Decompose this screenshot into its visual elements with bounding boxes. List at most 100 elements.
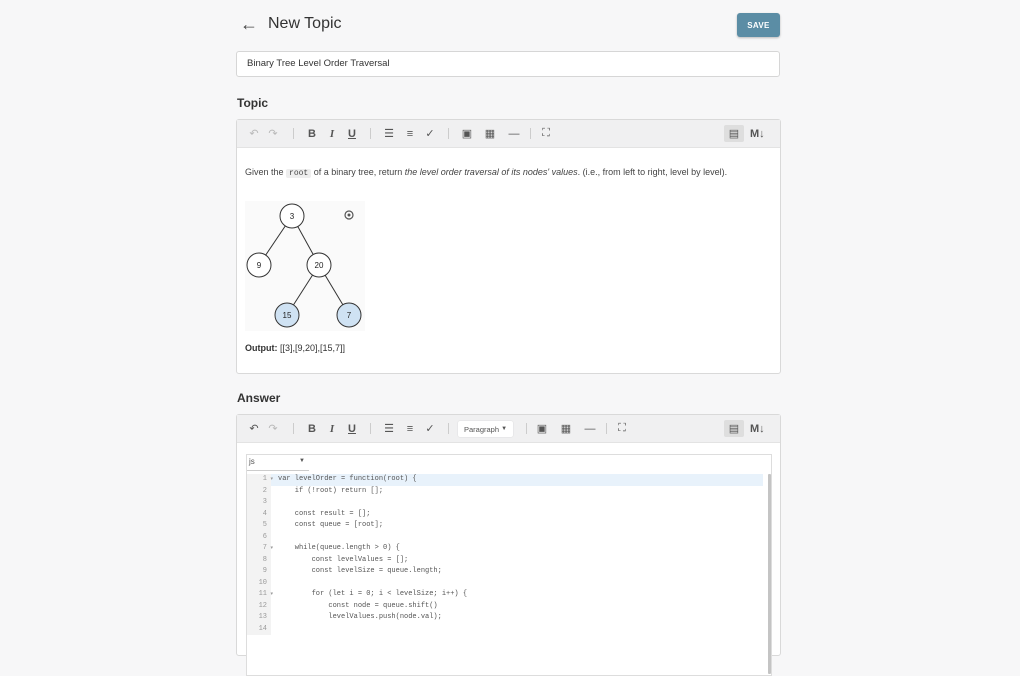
code-line[interactable]: 4 const result = []; [247, 508, 763, 520]
image-icon[interactable]: ▣ [460, 125, 474, 142]
output-label: Output: [245, 343, 278, 353]
code-text: if (!root) return []; [278, 486, 384, 495]
code-text: const result = []; [278, 509, 371, 518]
chevron-down-icon: ▼ [299, 458, 305, 464]
code-block[interactable]: js ▼ 1 ▾ var levelOrder = function(root) { 2… [246, 454, 772, 676]
fullscreen-icon[interactable]: ⛶ [539, 125, 553, 142]
code-line[interactable]: 1 ▾ var levelOrder = function(root) { [247, 474, 763, 486]
checklist-icon[interactable]: ✓ [423, 420, 437, 437]
bullet-list-icon[interactable]: ☰ [382, 420, 396, 437]
description-italic: the level order traversal of its nodes' … [404, 167, 578, 177]
toolbar-divider [293, 128, 294, 139]
italic-icon[interactable]: I [325, 125, 339, 142]
answer-editor[interactable]: ↶ ↷ B I U ☰ ≡ ✓ Paragraph ▼ ▣ ▦ — ⛶ ▤ M↓… [236, 414, 781, 676]
line-number: 2 [247, 485, 271, 497]
line-number: 8 [247, 554, 271, 566]
line-number: 1 ▾ [247, 474, 273, 486]
line-number: 6 [247, 531, 271, 543]
line-number: 9 [247, 566, 271, 578]
code-scrollbar[interactable] [768, 474, 771, 674]
underline-icon[interactable]: U [345, 420, 359, 437]
code-lines[interactable]: 1 ▾ var levelOrder = function(root) { 2 if … [247, 474, 763, 635]
redo-icon[interactable]: ↷ [266, 125, 280, 142]
code-language-select[interactable]: js ▼ [247, 455, 309, 471]
code-line[interactable]: 11 ▾ for (let i = 0; i < levelSize; i++) … [247, 589, 763, 601]
undo-icon[interactable]: ↶ [247, 420, 261, 437]
bold-icon[interactable]: B [305, 420, 319, 437]
wysiwyg-mode-icon[interactable]: ▤ [724, 125, 744, 142]
code-line[interactable]: 9 const levelSize = queue.length; [247, 566, 763, 578]
bullet-list-icon[interactable]: ☰ [382, 125, 396, 142]
numbered-list-icon[interactable]: ≡ [403, 420, 417, 437]
code-text: const levelValues = []; [278, 555, 409, 564]
tree-node: 9 [246, 252, 272, 278]
code-line[interactable]: 3 [247, 497, 763, 509]
code-text: levelValues.push(node.val); [278, 613, 442, 621]
bold-icon[interactable]: B [305, 125, 319, 142]
horizontal-rule-icon[interactable]: — [583, 420, 597, 437]
tree-node-label: 9 [257, 261, 262, 270]
binary-tree-diagram: 3 9 20 15 7 [245, 201, 365, 331]
output-value: [[3],[9,20],[15,7]] [277, 343, 346, 353]
toolbar-divider [370, 128, 371, 139]
undo-icon[interactable]: ↶ [247, 125, 261, 142]
underline-icon[interactable]: U [345, 125, 359, 142]
tree-node-label: 20 [315, 261, 324, 270]
paragraph-select[interactable]: Paragraph ▼ [458, 421, 514, 437]
fold-icon[interactable]: ▾ [270, 543, 273, 555]
horizontal-rule-icon[interactable]: — [507, 125, 521, 142]
line-number: 4 [247, 508, 271, 520]
code-text: var levelOrder = function(root) { [278, 475, 417, 483]
markdown-mode-icon[interactable]: M↓ [750, 125, 765, 142]
redo-icon[interactable]: ↷ [266, 420, 280, 437]
description-text: . (i.e., from left to right, level by le… [577, 167, 728, 177]
topic-editor[interactable]: ↶ ↷ B I U ☰ ≡ ✓ ▣ ▦ — ⛶ ▤ M↓ Given the r… [236, 119, 781, 374]
markdown-mode-icon[interactable]: M↓ [750, 420, 765, 437]
numbered-list-icon[interactable]: ≡ [403, 125, 417, 142]
code-line[interactable]: 8 const levelValues = []; [247, 554, 763, 566]
toolbar-divider [526, 423, 527, 434]
code-text: const queue = [root]; [278, 521, 384, 529]
code-line[interactable]: 12 const node = queue.shift() [247, 600, 763, 612]
image-icon[interactable]: ▣ [535, 420, 549, 437]
fold-icon[interactable]: ▾ [270, 474, 273, 486]
table-icon[interactable]: ▦ [483, 125, 497, 142]
checklist-icon[interactable]: ✓ [423, 125, 437, 142]
code-line[interactable]: 2 if (!root) return []; [247, 485, 763, 497]
description-text: Given the [245, 167, 287, 177]
fold-icon[interactable]: ▾ [270, 589, 273, 601]
line-number: 12 [247, 600, 271, 612]
code-line[interactable]: 7 ▾ while(queue.length > 0) { [247, 543, 763, 555]
tree-node: 7 [336, 302, 362, 328]
toolbar-divider [370, 423, 371, 434]
topic-name-input[interactable] [236, 51, 780, 77]
line-number: 13 [247, 612, 271, 624]
code-line[interactable]: 5 const queue = [root]; [247, 520, 763, 532]
fullscreen-icon[interactable]: ⛶ [615, 420, 629, 437]
tree-node: 3 [279, 203, 305, 229]
back-arrow-icon[interactable]: ← [240, 14, 258, 35]
toolbar-divider [530, 128, 531, 139]
tree-node: 20 [306, 252, 332, 278]
code-line[interactable]: 13 levelValues.push(node.val); [247, 612, 763, 624]
code-line[interactable]: 10 [247, 577, 763, 590]
wysiwyg-mode-icon[interactable]: ▤ [724, 420, 744, 437]
code-line[interactable]: 14 [247, 623, 763, 636]
line-number: 10 [247, 577, 271, 589]
toolbar-divider [606, 423, 607, 434]
tree-node-label: 15 [283, 311, 292, 320]
table-icon[interactable]: ▦ [559, 420, 573, 437]
chevron-down-icon: ▼ [501, 426, 508, 432]
toolbar-divider [293, 423, 294, 434]
italic-icon[interactable]: I [325, 420, 339, 437]
paragraph-select-label: Paragraph [464, 424, 500, 434]
save-button[interactable]: SAVE [737, 13, 780, 37]
code-language-value: js [249, 457, 255, 466]
line-number: 3 [247, 497, 271, 509]
description-text: of a binary tree, return [311, 167, 405, 177]
code-line[interactable]: 6 [247, 531, 763, 544]
